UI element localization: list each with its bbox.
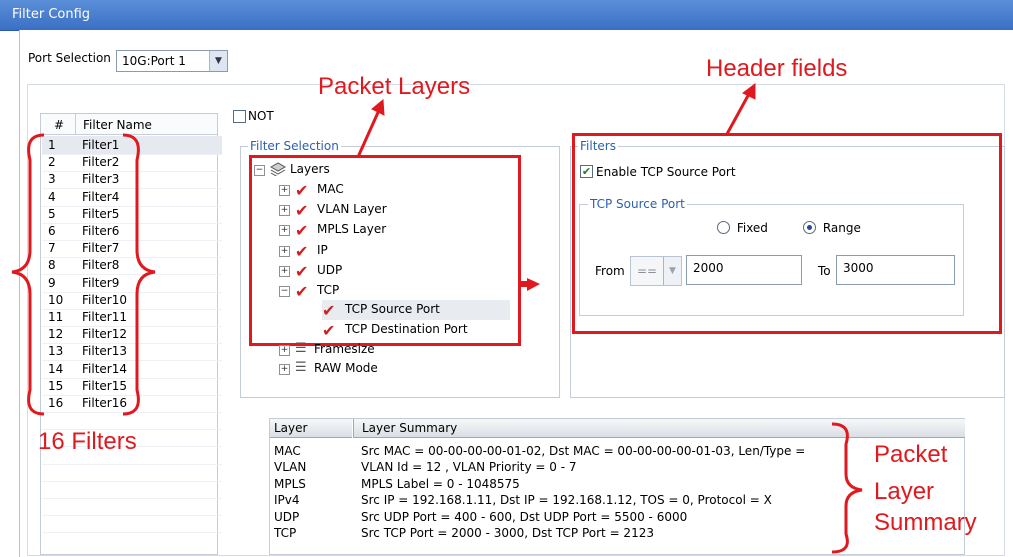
packet-layers-arrow [356,107,382,158]
tree-item-label: RAW Mode [314,361,378,375]
tree-layer-label: VLAN Layer [317,202,387,217]
check-icon: ✔ [322,301,336,320]
check-icon: ✔ [295,181,309,200]
tree-layer-label: UDP [317,262,343,277]
tree-item-label: Framesize [314,342,375,356]
plus-icon[interactable]: + [279,345,290,356]
check-icon: ✔ [295,261,309,281]
right-arrow-icon [527,278,540,291]
tree-layer-label: IP [317,242,328,257]
check-icon: ✔ [295,282,309,301]
tree-item-label: TCP Source Port [345,302,440,316]
check-icon: ✔ [295,201,309,221]
check-icon: ✔ [295,221,309,241]
tree-layer-label: MPLS Layer [317,222,387,237]
tree-layer-label: TCP [317,283,340,297]
tree-item-label: TCP Destination Port [345,322,468,336]
right-arrow-shaft [519,281,528,287]
check-icon: ✔ [322,321,336,340]
plus-icon[interactable]: + [279,265,290,277]
annotation-overlay [11,83,863,554]
header-fields-arrow [725,91,752,135]
plus-icon[interactable]: + [279,225,290,237]
filters-left-brace [11,133,45,416]
tree-item-tcp-source-port[interactable]: ✔ TCP Source Port [322,300,510,320]
check-icon: ✔ [295,241,309,261]
minus-icon[interactable]: − [279,286,290,297]
summary-right-brace [831,422,863,554]
layers-icon: ☰ [295,341,307,356]
plus-icon[interactable]: + [279,205,290,217]
plus-icon[interactable]: + [279,185,290,196]
tree-layer-label: MAC [317,182,344,196]
filters-right-brace [122,133,156,416]
plus-icon[interactable]: + [279,245,290,257]
layers-icon: ☰ [295,360,307,375]
plus-icon[interactable]: + [279,364,290,375]
